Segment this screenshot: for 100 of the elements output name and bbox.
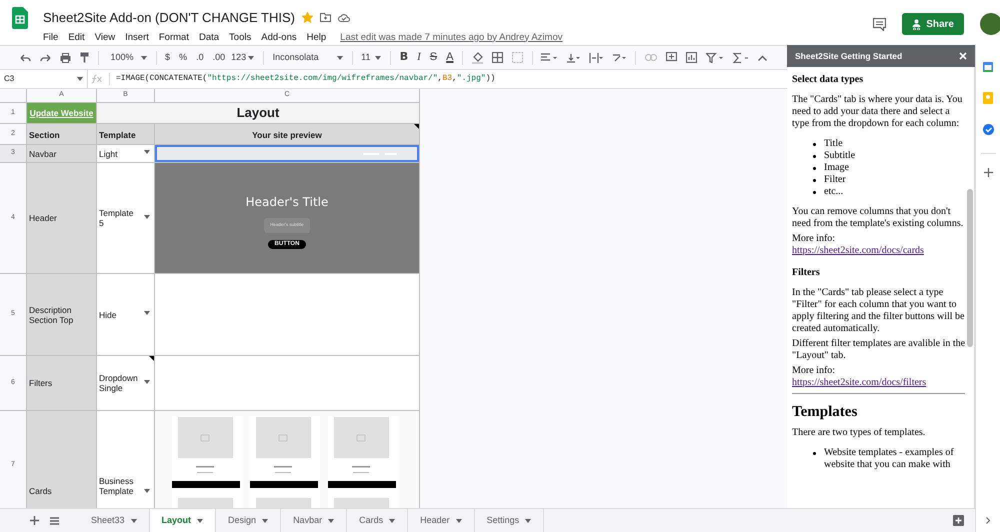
chevron-right-icon[interactable] xyxy=(986,516,990,524)
paragraph: You can remove columns that you don't need from the template's existing columns. xyxy=(792,206,964,230)
bullet-icon xyxy=(813,143,816,146)
caret-icon xyxy=(525,518,532,522)
section-title: Templates xyxy=(792,404,858,421)
comment-icon[interactable] xyxy=(873,18,886,30)
bullet-icon xyxy=(813,155,816,158)
decrease-decimals-button[interactable]: .0 xyxy=(196,50,204,64)
caret-icon xyxy=(248,56,254,60)
dropdown-cell[interactable]: Dropdown Single xyxy=(97,356,155,411)
paragraph: In the "Cards" tab please select a type "Filter" for each column that you want to apply filtering and the filter buttons will be created automatically. xyxy=(792,287,966,335)
sheet-tab[interactable]: Navbar xyxy=(281,509,348,532)
menu-item[interactable]: Format xyxy=(158,30,189,45)
merge-cells-icon[interactable] xyxy=(512,52,523,63)
borders-icon[interactable] xyxy=(492,52,503,63)
star-icon[interactable] xyxy=(302,12,313,24)
bold-button[interactable]: B xyxy=(400,49,408,66)
caret-icon xyxy=(262,518,268,522)
list-item: Title xyxy=(824,138,843,150)
percent-button[interactable]: % xyxy=(179,50,188,64)
add-icon[interactable] xyxy=(984,168,992,177)
font-dropdown[interactable]: Inconsolata xyxy=(272,50,343,64)
more-formats-dropdown[interactable]: 123 xyxy=(231,50,254,64)
caret-icon xyxy=(130,518,137,522)
menu-item[interactable]: Insert xyxy=(125,30,149,45)
text-color-button[interactable]: A xyxy=(446,49,454,66)
menu-item[interactable]: Edit xyxy=(68,30,85,45)
sheet-tab[interactable]: Design xyxy=(216,509,282,532)
sheets-logo-icon[interactable] xyxy=(12,7,28,29)
bullet-icon xyxy=(813,179,816,182)
caret-icon xyxy=(375,56,382,60)
explore-icon[interactable] xyxy=(953,515,964,526)
person-icon xyxy=(912,18,922,30)
dropdown-cell[interactable]: Business Template xyxy=(97,411,155,508)
close-icon xyxy=(959,52,967,60)
all-sheets-icon[interactable] xyxy=(50,516,59,524)
folder-icon[interactable] xyxy=(320,13,331,22)
menu-item[interactable]: Tools xyxy=(229,30,252,45)
redo-icon[interactable] xyxy=(40,54,51,62)
print-icon[interactable] xyxy=(60,52,71,62)
text-wrap-icon[interactable] xyxy=(589,52,604,62)
collapse-icon[interactable] xyxy=(758,54,767,60)
sheet-tab[interactable]: Header xyxy=(408,509,475,532)
fill-color-icon[interactable] xyxy=(472,52,483,64)
last-edit-link[interactable]: Last edit was made 7 minutes ago by Andrey Azimov xyxy=(340,30,562,45)
caret-icon xyxy=(144,311,150,315)
vertical-align-icon[interactable] xyxy=(566,52,580,62)
document-title[interactable]: Sheet2Site Add-on (DON'T CHANGE THIS) xyxy=(43,8,295,28)
avatar[interactable] xyxy=(980,13,1000,35)
table-cell: Section xyxy=(27,124,97,145)
close-button[interactable] xyxy=(959,52,967,60)
cloud-icon[interactable] xyxy=(338,13,350,22)
calendar-icon[interactable] xyxy=(983,62,993,72)
menu-item[interactable]: View xyxy=(94,30,116,45)
add-sheet-icon[interactable] xyxy=(30,516,39,525)
list-item: etc... xyxy=(824,186,844,198)
sheet-tab[interactable]: Cards xyxy=(347,509,408,532)
caret-icon xyxy=(456,518,462,522)
bullet-icon xyxy=(813,191,816,194)
paint-format-icon[interactable] xyxy=(80,52,89,63)
sheet-tab[interactable]: Layout xyxy=(150,509,216,532)
name-box[interactable]: C3 xyxy=(0,70,88,88)
italic-button[interactable]: I xyxy=(417,49,421,66)
increase-decimals-button[interactable]: .00 xyxy=(212,50,226,64)
text-rotate-icon[interactable] xyxy=(612,52,626,62)
list-item: Subtitle xyxy=(824,150,856,162)
paragraph: Different filter templates are avalible in the "Layout" tab. xyxy=(792,338,966,362)
dropdown-cell[interactable]: Template 5 xyxy=(97,163,155,274)
preview-title: Header's Title xyxy=(246,194,328,211)
chart-icon[interactable] xyxy=(686,52,697,63)
align-icon[interactable] xyxy=(541,53,558,62)
scrollbar-thumb[interactable] xyxy=(967,189,973,347)
zoom-dropdown[interactable]: 100% xyxy=(110,50,147,64)
sheet-tab[interactable]: Settings xyxy=(474,509,544,532)
filter-icon[interactable] xyxy=(706,52,724,62)
currency-button[interactable]: $ xyxy=(165,50,170,64)
strikethrough-button[interactable]: S xyxy=(430,49,438,66)
menu-item[interactable]: Add-ons xyxy=(261,30,297,45)
menu-item[interactable]: Data xyxy=(198,30,220,45)
share-button[interactable]: Share xyxy=(902,13,964,35)
menu-item[interactable]: Help xyxy=(306,30,326,45)
undo-icon[interactable] xyxy=(20,54,31,62)
font-size-dropdown[interactable]: 11 xyxy=(361,50,382,64)
formula-field[interactable]: =IMAGE(CONCATENATE("https://sheet2site.com/img/wifreframes/navbar/",B3,".jpg")) xyxy=(116,73,496,85)
table-cell: Description Section Top xyxy=(27,274,97,356)
table-cell: Your site preview xyxy=(155,124,420,145)
bullet-icon xyxy=(813,452,816,455)
functions-icon[interactable] xyxy=(732,52,749,62)
dropdown-cell[interactable]: Hide xyxy=(97,274,155,356)
sidebar-title: Sheet2Site Getting Started xyxy=(795,50,902,62)
insert-comment-icon[interactable] xyxy=(666,52,677,63)
docs-link[interactable]: https://sheet2site.com/docs/filters xyxy=(792,377,926,388)
caret-icon xyxy=(144,150,150,154)
dropdown-cell[interactable]: Light xyxy=(97,145,155,163)
tasks-icon[interactable] xyxy=(982,124,994,135)
table-cell: Cards xyxy=(27,411,97,508)
docs-link[interactable]: https://sheet2site.com/docs/cards xyxy=(792,245,924,256)
table-cell: Header xyxy=(27,163,97,274)
caret-icon xyxy=(389,518,396,522)
menu-item[interactable]: File xyxy=(43,30,58,45)
